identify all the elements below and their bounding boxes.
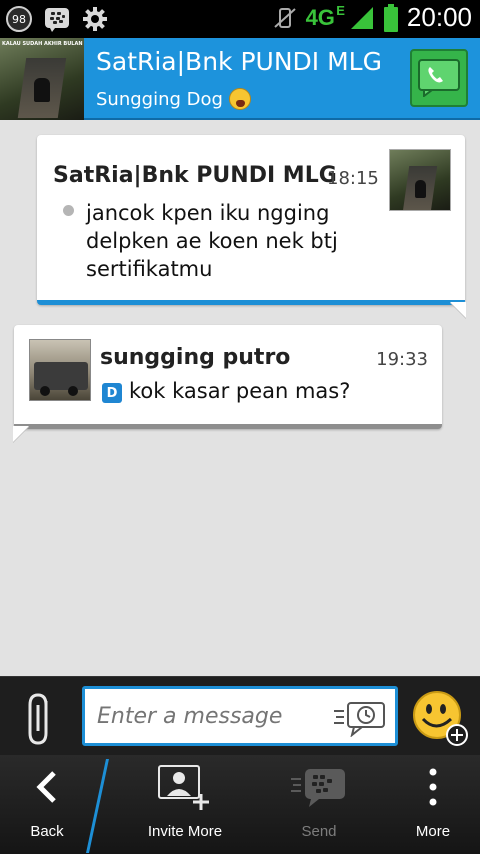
- status-bar-left: 98: [6, 6, 108, 32]
- message-bubble[interactable]: SatRia|Bnk PUNDI MLG 18:15 jancok kpen i…: [37, 135, 465, 305]
- contact-status: Sungging Dog: [96, 88, 251, 110]
- avatar-caption: KALAU SUDAH AKHIR BULAN: [2, 41, 83, 47]
- crying-emoji-icon: [228, 88, 251, 110]
- bbm-icon: [45, 8, 69, 32]
- message-text: kok kasar pean mas?: [129, 379, 351, 403]
- status-message: Sungging Dog: [96, 88, 223, 110]
- vibrate-mute-icon: [273, 7, 296, 28]
- conversation-area[interactable]: SatRia|Bnk PUNDI MLG 18:15 jancok kpen i…: [0, 120, 480, 676]
- voice-call-button[interactable]: [410, 49, 468, 107]
- emoticon-picker-icon[interactable]: [411, 689, 471, 749]
- message-time: 18:15: [327, 168, 379, 189]
- action-bar: Back Invite More Send More: [0, 755, 480, 854]
- signal-strength-icon: [350, 6, 373, 29]
- back-arrow-icon: [36, 771, 56, 803]
- message-status-dot: [63, 205, 74, 216]
- contact-name[interactable]: SatRia|Bnk PUNDI MLG: [96, 47, 382, 76]
- more-button[interactable]: More: [404, 755, 462, 854]
- send-button[interactable]: Send: [284, 755, 354, 854]
- voice-note-icon[interactable]: [332, 699, 388, 737]
- sender-avatar[interactable]: [389, 149, 451, 211]
- chat-header: KALAU SUDAH AKHIR BULAN SatRia|Bnk PUNDI…: [0, 38, 480, 120]
- network-type: 4G E: [305, 2, 345, 30]
- back-label: Back: [30, 823, 64, 840]
- action-bar-divider: [86, 759, 109, 853]
- clock: 20:00: [406, 2, 472, 32]
- send-label: Send: [301, 823, 337, 840]
- notification-count-badge: 98: [6, 6, 32, 32]
- status-bar: 98 4G E 20:00: [0, 0, 480, 38]
- more-label: More: [415, 823, 451, 840]
- message-text: jancok kpen iku ngging delpken ae koen n…: [86, 201, 338, 281]
- sender-avatar[interactable]: [29, 339, 91, 401]
- battery-icon: [383, 3, 398, 32]
- overflow-menu-icon: [429, 768, 437, 806]
- composer-bar: [0, 676, 480, 755]
- back-button[interactable]: Back: [14, 755, 80, 854]
- phone-icon: [418, 59, 460, 97]
- invite-more-button[interactable]: Invite More: [134, 755, 236, 854]
- send-bbm-icon: [291, 769, 345, 807]
- attach-paperclip-icon[interactable]: [24, 691, 58, 747]
- gear-icon: [83, 7, 107, 31]
- message-time: 19:33: [376, 349, 428, 370]
- contact-avatar[interactable]: KALAU SUDAH AKHIR BULAN: [0, 38, 84, 120]
- add-contact-icon: [158, 765, 209, 810]
- message-sender: SatRia|Bnk PUNDI MLG: [53, 163, 337, 188]
- message-sender: sungging putro: [100, 345, 291, 370]
- invite-more-label: Invite More: [147, 823, 223, 840]
- status-bar-right: 4G E 20:00: [272, 2, 472, 33]
- message-bubble[interactable]: sungging putro 19:33 D kok kasar pean ma…: [14, 325, 442, 429]
- delivered-icon: D: [102, 383, 122, 403]
